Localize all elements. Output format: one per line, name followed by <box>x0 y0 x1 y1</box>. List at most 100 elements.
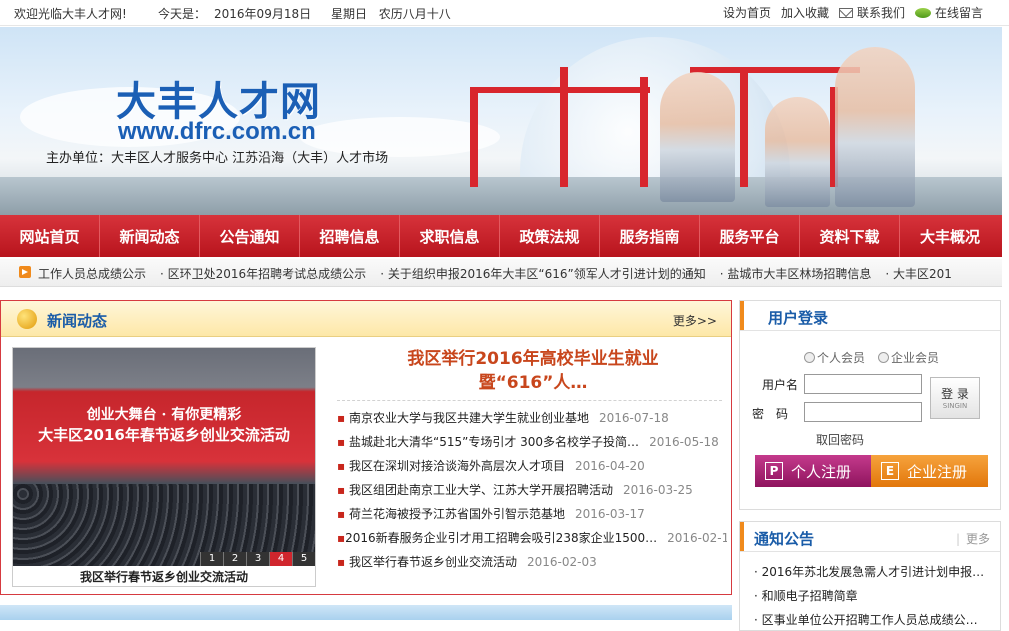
notice-item[interactable]: 和顺电子招聘简章 <box>754 584 990 608</box>
bullet-icon: ▪ <box>337 531 346 545</box>
date-label: 今天是： <box>158 7 207 21</box>
site-url: www.dfrc.com.cn <box>118 118 316 145</box>
person-photo <box>765 97 830 207</box>
slideshow-pager: 1 2 3 4 5 <box>200 552 315 566</box>
role-company-radio[interactable]: 企业会员 <box>878 349 939 366</box>
mail-icon <box>838 7 853 18</box>
login-panel-header: 用户登录 <box>740 301 1000 331</box>
username-input[interactable] <box>804 374 922 394</box>
slide-page-button[interactable]: 2 <box>223 552 246 566</box>
news-item-date: 2016-03-17 <box>575 507 645 521</box>
radio-icon <box>804 352 815 363</box>
notice-item[interactable]: 2016年苏北发展急需人才引进计划申报… <box>754 560 990 584</box>
notice-panel-header: 通知公告 更多 <box>740 522 1000 552</box>
main-nav: 网站首页 新闻动态 公告通知 招聘信息 求职信息 政策法规 服务指南 服务平台 … <box>0 215 1002 257</box>
slideshow-caption[interactable]: 我区举行春节返乡创业交流活动 <box>13 568 315 585</box>
login-button[interactable]: 登 录 SINGIN <box>930 377 980 419</box>
nav-recruitment[interactable]: 招聘信息 <box>300 215 400 257</box>
ticker-item[interactable]: · 盐城市大丰区林场招聘信息 <box>720 265 872 282</box>
stage-banner-title: 大丰区2016年春节返乡创业交流活动 <box>38 426 290 444</box>
news-list: ▪ 南京农业大学与我区共建大学生就业创业基地 2016-07-18 ▪ 盐城赴北大清华… <box>337 406 727 574</box>
crane-image <box>470 87 478 187</box>
news-item-title[interactable]: 2016新春服务企业引才用工招聘会吸引238家企业1500… <box>345 526 657 550</box>
top-bar: 欢迎光临大丰人才网! 今天是： 2016年09月18日 星期日 农历八月十八 设为… <box>0 0 1009 26</box>
list-item: ▪ 我区组团赴南京工业大学、江苏大学开展招聘活动 2016-03-25 <box>337 478 727 502</box>
news-item-date: 2016-07-18 <box>599 411 669 425</box>
register-personal-button[interactable]: P 个人注册 <box>755 455 872 487</box>
slide-page-button-active[interactable]: 4 <box>269 552 292 566</box>
date-info: 今天是： 2016年09月18日 星期日 农历八月十八 <box>158 5 459 22</box>
role-personal-radio[interactable]: 个人会员 <box>804 349 865 366</box>
news-more-link[interactable]: 更多>> <box>673 312 717 329</box>
set-homepage-link[interactable]: 设为首页 <box>723 4 771 21</box>
person-photo <box>660 72 735 202</box>
nav-policies[interactable]: 政策法规 <box>500 215 600 257</box>
news-headline[interactable]: 我区举行2016年高校毕业生就业暨“616”人… <box>383 347 683 395</box>
ticker-item[interactable]: · 区环卫处2016年招聘考试总成绩公示 <box>160 265 366 282</box>
news-item-title[interactable]: 南京农业大学与我区共建大学生就业创业基地 <box>349 406 589 430</box>
top-links: 设为首页 加入收藏 联系我们 在线留言 <box>723 4 983 21</box>
slide-page-button[interactable]: 3 <box>246 552 269 566</box>
add-favorite-link[interactable]: 加入收藏 <box>781 4 829 21</box>
forgot-password-link[interactable]: 取回密码 <box>816 431 864 448</box>
list-item: ▪ 我区在深圳对接洽谈海外高层次人才项目 2016-04-20 <box>337 454 727 478</box>
news-item-date: 2016-03-25 <box>623 483 693 497</box>
nav-notices[interactable]: 公告通知 <box>200 215 300 257</box>
nav-service-platform[interactable]: 服务平台 <box>700 215 800 257</box>
news-item-title[interactable]: 荷兰花海被授予江苏省国外引智示范基地 <box>349 502 565 526</box>
login-button-sublabel: SINGIN <box>942 402 968 410</box>
news-slideshow[interactable]: 创业大舞台 · 有你更精彩 大丰区2016年春节返乡创业交流活动 1 2 3 4… <box>12 347 316 587</box>
list-item: ▪ 荷兰花海被授予江苏省国外引智示范基地 2016-03-17 <box>337 502 727 526</box>
list-item: ▪ 我区举行春节返乡创业交流活动 2016-02-03 <box>337 550 727 574</box>
bullet-icon: ▪ <box>337 507 346 521</box>
site-banner: 大丰人才网 www.dfrc.com.cn 主办单位：大丰区人才服务中心 江苏沿… <box>0 27 1002 215</box>
slide-page-button[interactable]: 1 <box>200 552 223 566</box>
role-personal-label: 个人会员 <box>817 351 866 365</box>
bullet-icon: ▪ <box>337 411 346 425</box>
news-item-date: 2016-02-14 <box>667 531 727 545</box>
ticker-item[interactable]: · 大丰区201 <box>885 265 952 282</box>
bottom-banner-image <box>0 605 732 620</box>
notice-more-link[interactable]: 更多 <box>956 530 990 547</box>
news-item-title[interactable]: 我区在深圳对接洽谈海外高层次人才项目 <box>349 454 565 478</box>
ticker-item[interactable]: · 关于组织申报2016年大丰区“616”领军人才引进计划的通知 <box>380 265 706 282</box>
nav-about-dafeng[interactable]: 大丰概况 <box>900 215 1000 257</box>
password-input[interactable] <box>804 402 922 422</box>
lunar-date: 农历八月十八 <box>378 7 451 21</box>
register-company-button[interactable]: E 企业注册 <box>871 455 988 487</box>
slideshow-photo[interactable]: 创业大舞台 · 有你更精彩 大丰区2016年春节返乡创业交流活动 <box>13 348 315 566</box>
welcome-text: 欢迎光临大丰人才网! <box>14 7 127 21</box>
globe-icon <box>17 309 37 329</box>
person-photo <box>835 47 915 207</box>
nav-job-seeking[interactable]: 求职信息 <box>400 215 500 257</box>
news-ticker: 工作人员总成绩公示 · 区环卫处2016年招聘考试总成绩公示 · 关于组织申报2… <box>0 259 1002 287</box>
radio-icon <box>878 352 889 363</box>
online-message-link[interactable]: 在线留言 <box>914 4 983 21</box>
nav-home[interactable]: 网站首页 <box>0 215 100 257</box>
crane-image <box>690 67 860 73</box>
bullet-icon: ▪ <box>337 555 346 569</box>
ticker-item[interactable]: 工作人员总成绩公示 <box>38 265 146 282</box>
crane-image <box>740 67 748 187</box>
news-item-title[interactable]: 我区组团赴南京工业大学、江苏大学开展招聘活动 <box>349 478 613 502</box>
message-label: 在线留言 <box>934 6 983 20</box>
nav-news[interactable]: 新闻动态 <box>100 215 200 257</box>
nav-service-guide[interactable]: 服务指南 <box>600 215 700 257</box>
register-personal-label: 个人注册 <box>791 462 852 481</box>
login-button-label: 登 录 <box>941 387 969 401</box>
list-item: ▪ 盐城赴北大清华“515”专场引才 300多名校学子投简… 2016-05-18 <box>337 430 727 454</box>
news-item-title[interactable]: 我区举行春节返乡创业交流活动 <box>349 550 517 574</box>
list-item: ▪ 2016新春服务企业引才用工招聘会吸引238家企业1500… 2016-02-1… <box>337 526 727 550</box>
news-item-title[interactable]: 盐城赴北大清华“515”专场引才 300多名校学子投简… <box>349 430 639 454</box>
slide-page-button[interactable]: 5 <box>292 552 315 566</box>
date-value: 2016年09月18日 <box>214 7 312 21</box>
nav-downloads[interactable]: 资料下载 <box>800 215 900 257</box>
news-item-date: 2016-02-03 <box>527 555 597 569</box>
speaker-icon <box>19 266 31 278</box>
ticker-items: 工作人员总成绩公示 · 区环卫处2016年招聘考试总成绩公示 · 关于组织申报2… <box>38 265 952 282</box>
contact-link[interactable]: 联系我们 <box>838 4 905 21</box>
bullet-icon: ▪ <box>337 435 346 449</box>
list-item: ▪ 南京农业大学与我区共建大学生就业创业基地 2016-07-18 <box>337 406 727 430</box>
role-company-label: 企业会员 <box>891 351 940 365</box>
news-item-date: 2016-04-20 <box>575 459 645 473</box>
